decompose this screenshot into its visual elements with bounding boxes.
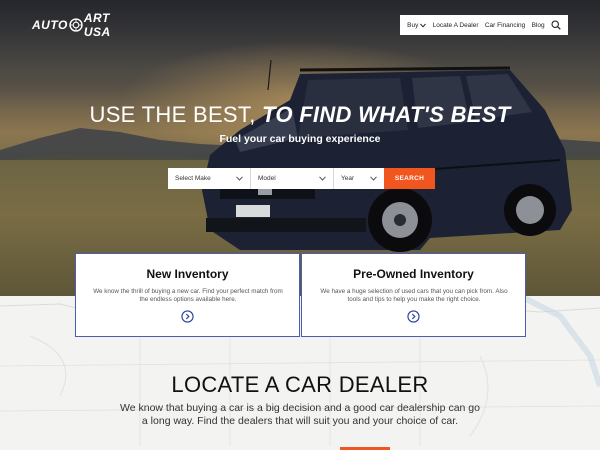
suv-image	[202, 60, 572, 252]
nav-item-buy-label: Buy	[407, 21, 419, 29]
nav-item-locate-dealer[interactable]: Locate A Dealer	[433, 22, 479, 29]
chevron-down-icon	[370, 176, 377, 181]
make-select-value: Select Make	[175, 175, 211, 182]
make-select[interactable]: Select Make	[168, 168, 251, 189]
chevron-down-icon	[420, 23, 427, 28]
arrow-right-circle-icon[interactable]	[181, 310, 194, 323]
site-logo[interactable]: AUTO ART USA	[32, 11, 128, 39]
chevron-down-icon	[319, 176, 326, 181]
nav-item-buy[interactable]: Buy	[407, 21, 427, 29]
pre-owned-inventory-description: We have a huge selection of used cars th…	[320, 288, 508, 303]
chevron-down-icon	[236, 176, 243, 181]
search-button[interactable]: SEARCH	[384, 168, 435, 189]
hero-headline-part-a: USE THE BEST,	[89, 102, 263, 127]
locate-dealer-description: We know that buying a car is a big decis…	[120, 402, 480, 427]
new-inventory-card[interactable]: New Inventory We know the thrill of buyi…	[75, 253, 300, 337]
hero-headline: USE THE BEST, TO FIND WHAT'S BEST	[0, 102, 600, 128]
nav-item-car-financing[interactable]: Car Financing	[485, 22, 525, 29]
model-select-value: Model	[258, 175, 276, 182]
pre-owned-inventory-card[interactable]: Pre-Owned Inventory We have a huge selec…	[301, 253, 526, 337]
year-select-value: Year	[341, 175, 355, 182]
pre-owned-inventory-title: Pre-Owned Inventory	[353, 267, 474, 281]
arrow-right-circle-icon[interactable]	[407, 310, 420, 323]
search-icon[interactable]	[551, 20, 561, 30]
main-nav: Buy Locate A Dealer Car Financing Blog	[400, 15, 568, 35]
new-inventory-description: We know the thrill of buying a new car. …	[93, 288, 283, 303]
new-inventory-title: New Inventory	[146, 267, 229, 281]
locate-dealer-title: LOCATE A CAR DEALER	[171, 372, 429, 397]
hero-subhead: Fuel your car buying experience	[219, 133, 381, 145]
hero-headline-part-b: TO FIND WHAT'S BEST	[262, 102, 511, 127]
wheel-icon	[69, 18, 83, 32]
logo-text-right: ART USA	[83, 11, 111, 39]
model-select[interactable]: Model	[251, 168, 334, 189]
year-select[interactable]: Year	[334, 168, 384, 189]
car-search-form: Select Make Model Year SEARCH	[168, 168, 435, 189]
hero-banner	[0, 0, 600, 296]
nav-item-blog[interactable]: Blog	[532, 22, 545, 29]
logo-text-left: AUTO	[32, 18, 68, 32]
